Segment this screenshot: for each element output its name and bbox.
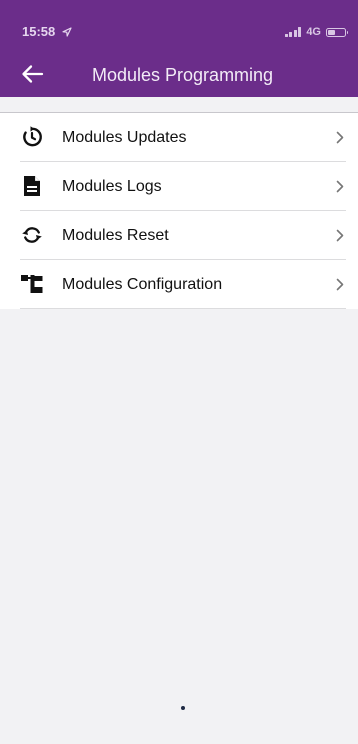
battery-icon <box>326 27 348 37</box>
status-bar: 15:58 4G <box>0 0 358 44</box>
location-arrow-icon <box>62 27 72 37</box>
menu-item-modules-reset[interactable]: Modules Reset <box>0 211 358 260</box>
menu-item-modules-logs[interactable]: Modules Logs <box>0 162 358 211</box>
menu-item-label: Modules Configuration <box>62 276 223 293</box>
hierarchy-icon <box>21 275 43 293</box>
menu-item-modules-updates[interactable]: Modules Updates <box>0 113 358 162</box>
menu-item-modules-configuration[interactable]: Modules Configuration <box>0 260 358 309</box>
network-type: 4G <box>306 26 321 38</box>
menu-item-label: Modules Reset <box>62 227 169 244</box>
sync-icon <box>22 227 42 243</box>
signal-icon <box>284 27 302 37</box>
history-clock-icon <box>23 126 42 147</box>
chevron-right-icon <box>336 229 344 242</box>
arrow-left-icon <box>22 65 44 83</box>
menu-item-label: Modules Updates <box>62 129 187 146</box>
page-title: Modules Programming <box>92 65 274 85</box>
document-icon <box>24 176 40 196</box>
status-indicators: 4G <box>284 25 348 39</box>
menu-list: Modules Updates Modules Logs Modules Res… <box>0 112 358 309</box>
status-time-text: 15:58 <box>22 24 56 39</box>
menu-item-label: Modules Logs <box>62 178 162 195</box>
header-bar: 15:58 4G Modules Programming <box>0 0 358 97</box>
nav-bar: Modules Programming <box>0 54 358 94</box>
app-screen: 15:58 4G Modules Programming Modules Upd… <box>0 0 358 744</box>
chevron-right-icon <box>336 131 344 144</box>
back-button[interactable] <box>18 61 48 87</box>
chevron-right-icon <box>336 180 344 193</box>
chevron-right-icon <box>336 278 344 291</box>
page-indicator-dot <box>181 706 185 710</box>
status-time: 15:58 <box>22 24 72 40</box>
